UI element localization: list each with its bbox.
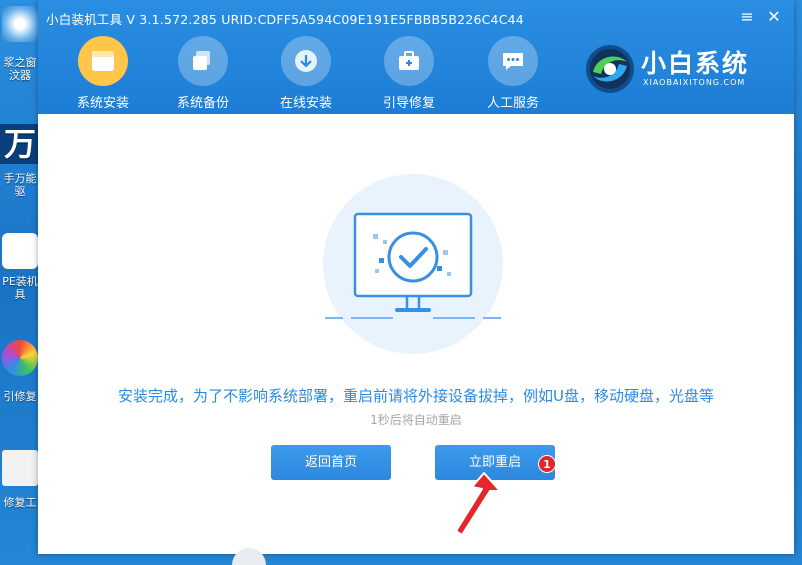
desktop-icon-label: 修复工 xyxy=(3,496,37,509)
logo-name: 小白系统 xyxy=(641,49,750,78)
brand-logo: 小白系统 XIAOBAIXITONG.COM xyxy=(583,40,783,100)
first-aid-icon xyxy=(2,450,38,486)
desktop-icon-fix[interactable]: 修复工 xyxy=(0,450,40,509)
download-icon xyxy=(281,36,331,86)
app-window: 小白装机工具 V 3.1.572.285 URID:CDFF5A594C09E1… xyxy=(38,0,794,554)
header: 小白装机工具 V 3.1.572.285 URID:CDFF5A594C09E1… xyxy=(38,0,794,114)
nav-label: 系统备份 xyxy=(176,96,229,111)
logo-domain: XIAOBAIXITONG.COM xyxy=(643,78,746,87)
step-badge: 1 xyxy=(538,455,556,473)
back-home-button[interactable]: 返回首页 xyxy=(271,445,391,480)
chat-icon xyxy=(488,36,538,86)
desktop-icon-label: 手万能驱 xyxy=(3,172,37,198)
install-complete-message: 安装完成，为了不影响系统部署，重启前请将外接设备拔掉，例如U盘，移动硬盘，光盘等 xyxy=(118,387,714,405)
desktop-icon-label: 引修复 xyxy=(3,390,37,403)
nav-item-system-install[interactable]: 系统安装 xyxy=(58,36,148,111)
desktop-icon-pe[interactable]: PE装机具 xyxy=(0,233,40,301)
pe-tool-icon xyxy=(2,233,38,269)
backup-icon xyxy=(178,36,228,86)
close-button[interactable]: ✕ xyxy=(765,8,783,26)
desktop-icon-label: PE装机具 xyxy=(2,275,38,301)
red-arrow-icon xyxy=(455,472,501,536)
window-title: 小白装机工具 V 3.1.572.285 URID:CDFF5A594C09E1… xyxy=(46,12,524,27)
nav-item-boot-repair[interactable]: 引导修复 xyxy=(364,36,454,111)
desktop-icon-browser[interactable]: 浆之窗汶器 xyxy=(0,6,40,82)
desktop-icon-wanneng[interactable]: 万 手万能驱 xyxy=(0,124,40,198)
main-content: 安装完成，为了不影响系统部署，重启前请将外接设备拔掉，例如U盘，移动硬盘，光盘等… xyxy=(38,114,794,554)
nav-item-backup[interactable]: 系统备份 xyxy=(158,36,248,111)
countdown-text: 1秒后将自动重启 xyxy=(370,413,462,427)
flower-icon xyxy=(2,340,38,376)
menu-button[interactable]: ≡ xyxy=(738,8,756,26)
logo-icon xyxy=(586,45,634,93)
monitor-check-icon xyxy=(323,174,503,354)
globe-icon xyxy=(2,6,38,42)
desktop-icon-label: 浆之窗汶器 xyxy=(3,56,37,82)
nav-label: 系统安装 xyxy=(76,96,129,111)
nav-label: 引导修复 xyxy=(382,96,435,111)
nav-item-online-install[interactable]: 在线安装 xyxy=(261,36,351,111)
system-install-icon xyxy=(78,36,128,86)
nav-label: 人工服务 xyxy=(486,96,539,111)
desktop-icon-glyph: 万 xyxy=(0,124,40,164)
install-complete-illustration xyxy=(323,174,503,354)
toolbox-icon xyxy=(384,36,434,86)
nav-item-human-service[interactable]: 人工服务 xyxy=(468,36,558,111)
nav-label: 在线安装 xyxy=(279,96,332,111)
desktop-icon-repair[interactable]: 引修复 xyxy=(0,340,40,403)
